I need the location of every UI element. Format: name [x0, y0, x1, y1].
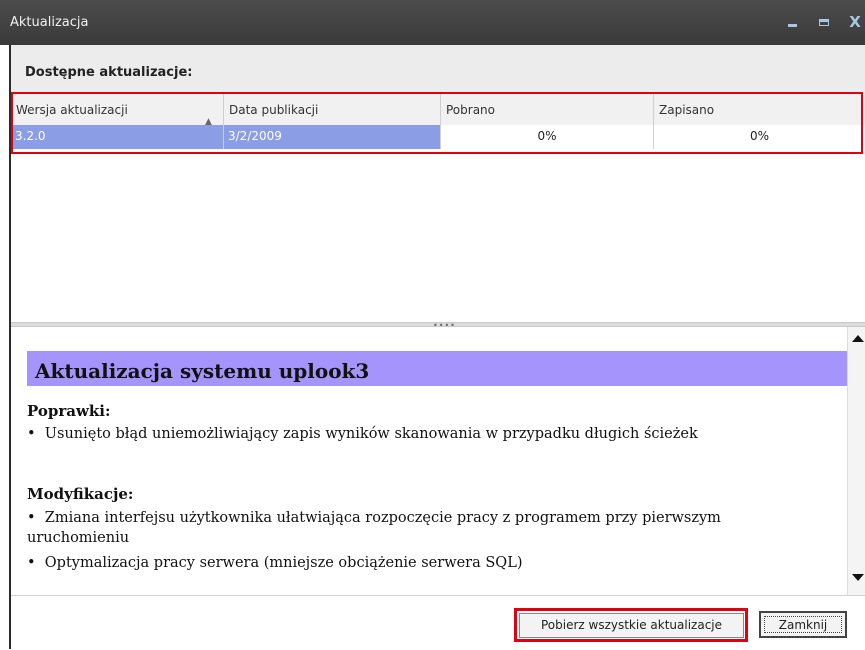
bullet-icon: •	[27, 426, 36, 442]
available-updates-header: Dostępne aktualizacje:	[11, 45, 865, 92]
grid-highlight-frame	[11, 92, 863, 154]
list-item: • Usunięto błąd uniemożliwiający zapis w…	[27, 424, 827, 444]
list-item: • Zmiana interfejsu użytkownika ułatwiaj…	[27, 508, 827, 548]
bullet-icon: •	[27, 555, 36, 571]
scroll-up-arrow-icon[interactable]	[852, 335, 864, 342]
available-updates-label: Dostępne aktualizacje:	[25, 65, 193, 80]
list-item-text: Zmiana interfejsu użytkownika ułatwiając…	[27, 510, 721, 546]
close-button[interactable]: Zamknij	[759, 611, 847, 638]
section-heading-modifications: Modyfikacje:	[27, 485, 134, 503]
release-notes-title-bar: Aktualizacja systemu uplook3	[27, 351, 847, 386]
list-item-text: Optymalizacja pracy serwera (mniejsze ob…	[44, 555, 523, 571]
window-titlebar: Aktualizacja X	[0, 0, 865, 45]
close-button-label: Zamknij	[764, 616, 842, 633]
release-notes-title: Aktualizacja systemu uplook3	[35, 359, 370, 383]
close-icon[interactable]: X	[844, 10, 865, 34]
maximize-icon[interactable]	[814, 10, 836, 34]
section-heading-fixes: Poprawki:	[27, 402, 111, 420]
list-item: • Optymalizacja pracy serwera (mniejsze …	[27, 553, 827, 573]
release-notes-scrollbar[interactable]	[847, 327, 865, 595]
window-title: Aktualizacja	[10, 15, 89, 30]
scroll-down-arrow-icon[interactable]	[852, 574, 864, 581]
download-button-highlight-frame	[514, 608, 748, 642]
minimize-icon[interactable]	[782, 10, 804, 34]
bullet-icon: •	[27, 510, 36, 526]
dialog-footer: Pobierz wszystkie aktualizacje Zamknij	[11, 595, 865, 650]
release-notes-pane: Aktualizacja systemu uplook3 Poprawki: •…	[11, 327, 847, 595]
list-item-text: Usunięto błąd uniemożliwiający zapis wyn…	[44, 426, 698, 442]
